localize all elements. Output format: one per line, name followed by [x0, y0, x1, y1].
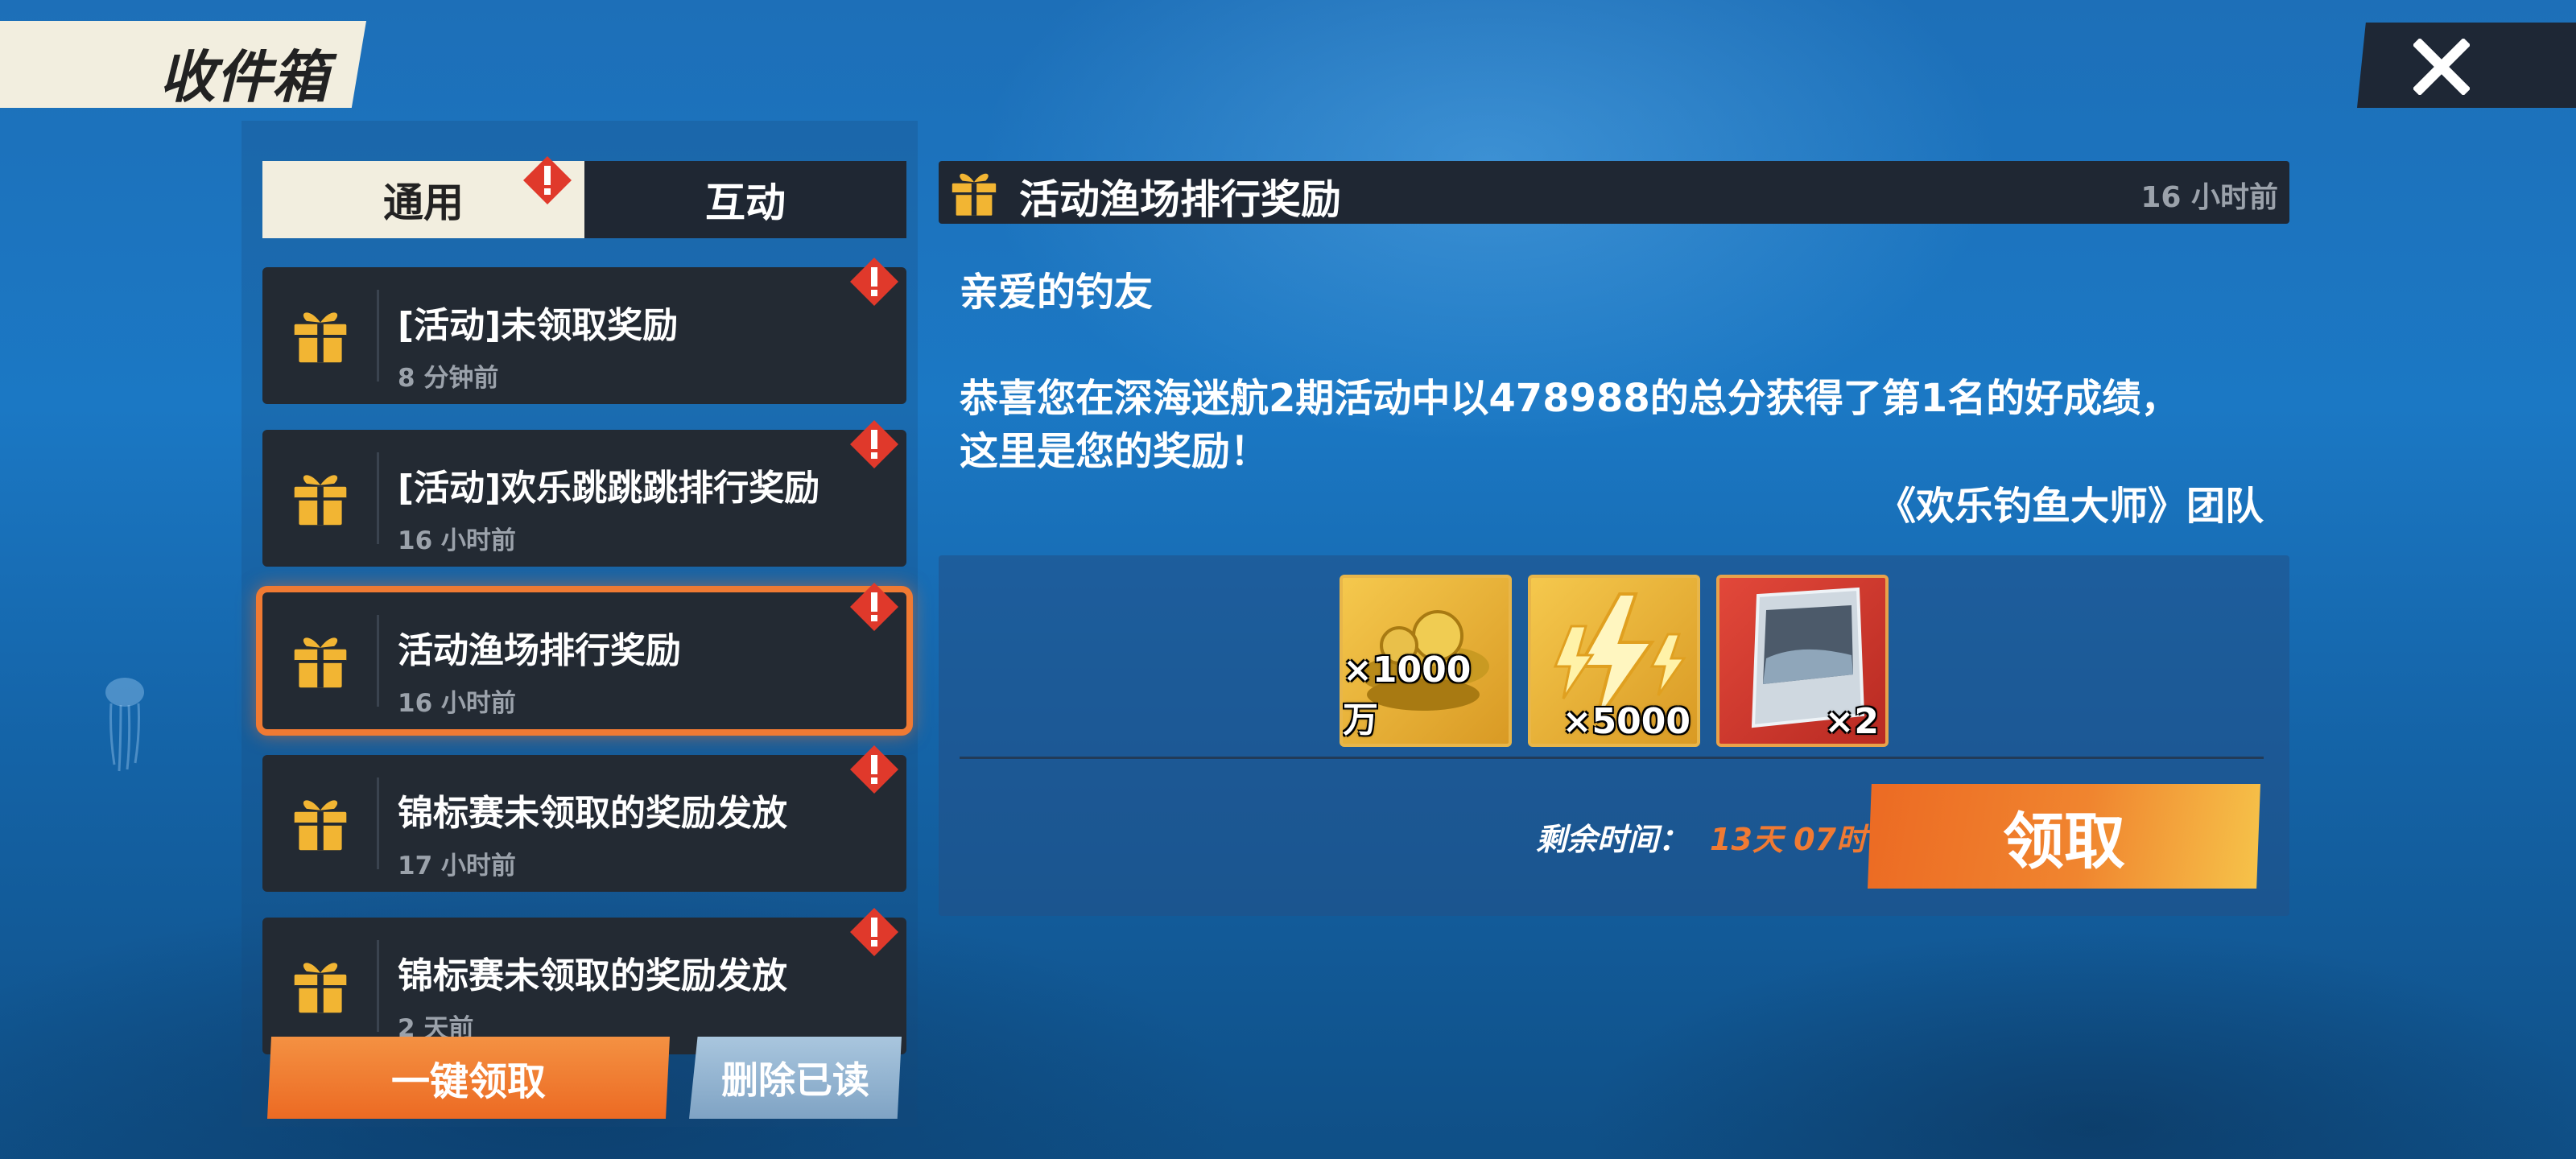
item-divider: [377, 940, 379, 1032]
alert-badge-icon: [850, 420, 898, 468]
gift-icon: [294, 475, 347, 526]
close-button[interactable]: [2357, 23, 2576, 108]
alert-badge-icon: [850, 908, 898, 956]
mail-list-item[interactable]: [活动]未领取奖励 8 分钟前: [262, 258, 906, 404]
item-divider: [377, 777, 379, 869]
category-tabs: 通用 互动: [262, 161, 906, 238]
item-divider: [377, 615, 379, 707]
mail-title: 锦标赛未领取的奖励发放: [398, 955, 787, 996]
detail-timestamp: 16 小时前: [2140, 181, 2278, 214]
reward-item[interactable]: ×1000万: [1340, 575, 1512, 747]
detail-title: 活动渔场排行奖励: [1019, 176, 1341, 223]
gift-icon: [952, 173, 997, 216]
mail-title: [活动]未领取奖励: [398, 305, 679, 346]
mail-list-item[interactable]: 锦标赛未领取的奖励发放 2 天前: [262, 908, 906, 1054]
alert-badge-icon: [850, 745, 898, 794]
gift-icon: [294, 963, 347, 1013]
item-divider: [377, 290, 379, 382]
alert-badge-icon: [850, 258, 898, 306]
mail-list-item[interactable]: 活动渔场排行奖励 16 小时前: [262, 583, 906, 729]
gift-icon: [294, 312, 347, 363]
reward-panel: ×1000万 ×5000 ×2 剩余时间： 13天 07时 领取: [939, 555, 2289, 916]
reward-quantity: ×1000万: [1343, 650, 1472, 740]
claim-all-label: 一键领取: [390, 1059, 546, 1104]
claim-button[interactable]: 领取: [1868, 784, 2260, 889]
bottom-action-bar: 一键领取 删除已读: [262, 1037, 906, 1119]
delete-read-label: 删除已读: [721, 1058, 869, 1102]
item-divider: [377, 452, 379, 544]
close-icon: [2413, 39, 2470, 95]
mail-title: [活动]欢乐跳跳跳排行奖励: [398, 468, 820, 509]
mail-timestamp: 16 小时前: [398, 526, 516, 555]
jellyfish-decoration: [105, 678, 144, 772]
tab-interaction[interactable]: 互动: [584, 161, 906, 238]
reward-quantity: ×5000: [1562, 701, 1690, 742]
body-text-line2: 这里是您的奖励！: [960, 429, 1269, 474]
alert-badge-icon: [850, 583, 898, 631]
mail-timestamp: 17 小时前: [398, 852, 516, 881]
reward-divider: [960, 757, 2264, 759]
body-text-line1: 恭喜您在深海迷航2期活动中以478988的总分获得了第1名的好成绩，: [960, 376, 2180, 421]
mail-list-item[interactable]: 锦标赛未领取的奖励发放 17 小时前: [262, 745, 906, 892]
mail-detail-header: 活动渔场排行奖励 16 小时前: [939, 161, 2289, 224]
reward-items: ×1000万 ×5000 ×2: [1340, 575, 1889, 747]
mail-title: 活动渔场排行奖励: [398, 630, 681, 671]
greeting-text: 亲爱的钓友: [960, 270, 1154, 315]
signature-text: 《欢乐钓鱼大师》团队: [1876, 484, 2264, 529]
inbox-title-tab: 收件箱: [0, 21, 366, 108]
reward-item[interactable]: ×5000: [1528, 575, 1700, 747]
claim-label: 领取: [2003, 806, 2125, 877]
page-title: 收件箱: [159, 44, 328, 110]
mail-timestamp: 8 分钟前: [398, 364, 499, 393]
mail-list-item[interactable]: [活动]欢乐跳跳跳排行奖励 16 小时前: [262, 420, 906, 567]
reward-item[interactable]: ×2: [1716, 575, 1889, 747]
alert-badge-icon: [523, 156, 572, 204]
tab-general-label: 通用: [383, 179, 464, 226]
remaining-time-label: 剩余时间：: [1536, 822, 1690, 857]
mail-title: 锦标赛未领取的奖励发放: [398, 793, 787, 834]
delete-read-button[interactable]: 删除已读: [689, 1037, 902, 1119]
mail-list: [活动]未领取奖励 8 分钟前 [活动]欢乐跳跳跳排行奖励 16 小时前 活动渔场排行奖…: [262, 258, 906, 1080]
reward-quantity: ×2: [1824, 701, 1879, 742]
remaining-time-value: 13天 07时: [1710, 822, 1867, 857]
mail-timestamp: 16 小时前: [398, 689, 516, 718]
tab-interaction-label: 互动: [705, 179, 786, 226]
gift-icon: [294, 637, 347, 688]
claim-all-button[interactable]: 一键领取: [267, 1037, 670, 1119]
gift-icon: [294, 800, 347, 851]
